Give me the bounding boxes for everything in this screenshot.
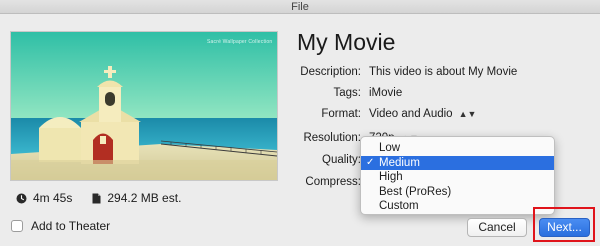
add-to-theater-row[interactable]: Add to Theater bbox=[11, 219, 110, 233]
quality-option-custom[interactable]: Custom bbox=[361, 199, 554, 214]
add-to-theater-label: Add to Theater bbox=[31, 219, 111, 233]
add-to-theater-checkbox[interactable] bbox=[11, 220, 23, 232]
quality-option-label: Medium bbox=[379, 156, 420, 169]
format-value: Video and Audio bbox=[369, 108, 453, 120]
format-popup[interactable]: Video and Audio ▲▼ bbox=[369, 108, 476, 120]
quality-dropdown-menu[interactable]: Low ✓ Medium High Best (ProRes) Custom bbox=[360, 136, 555, 215]
quality-option-best-prores[interactable]: Best (ProRes) bbox=[361, 185, 554, 200]
duration-text: 4m 45s bbox=[33, 191, 73, 205]
compress-label: Compress: bbox=[305, 176, 361, 188]
file-icon bbox=[92, 193, 101, 203]
quality-option-label: Custom bbox=[379, 200, 419, 212]
description-label: Description: bbox=[300, 66, 361, 78]
format-label: Format: bbox=[321, 108, 361, 120]
window-title: File bbox=[291, 1, 309, 13]
next-button-highlight bbox=[533, 207, 595, 242]
movie-preview-thumbnail: Sacré Wallpaper Collection bbox=[11, 32, 277, 180]
size-stat: 294.2 MB est. bbox=[92, 191, 181, 205]
size-text: 294.2 MB est. bbox=[107, 191, 182, 205]
checkmark-icon: ✓ bbox=[366, 156, 375, 168]
quality-option-medium[interactable]: ✓ Medium bbox=[361, 155, 554, 170]
quality-option-low[interactable]: Low bbox=[361, 141, 554, 156]
tags-field[interactable]: iMovie bbox=[369, 87, 402, 99]
quality-option-high[interactable]: High bbox=[361, 170, 554, 185]
movie-title[interactable]: My Movie bbox=[297, 29, 395, 56]
duration-stat: 4m 45s bbox=[16, 191, 72, 205]
tags-label: Tags: bbox=[333, 87, 362, 99]
cancel-button[interactable]: Cancel bbox=[467, 218, 527, 237]
clock-icon bbox=[16, 193, 27, 203]
updown-chevron-icon: ▲▼ bbox=[458, 109, 477, 119]
quality-option-label: Low bbox=[379, 142, 401, 154]
quality-option-label: Best (ProRes) bbox=[379, 185, 452, 198]
window-titlebar: File bbox=[0, 0, 600, 14]
preview-image bbox=[11, 32, 277, 180]
export-stats: 4m 45s 294.2 MB est. bbox=[16, 191, 201, 205]
quality-option-label: High bbox=[379, 171, 403, 183]
preview-watermark: Sacré Wallpaper Collection bbox=[207, 39, 273, 45]
description-field[interactable]: This video is about My Movie bbox=[369, 66, 517, 78]
resolution-label: Resolution: bbox=[303, 132, 361, 144]
quality-label: Quality: bbox=[322, 154, 361, 166]
